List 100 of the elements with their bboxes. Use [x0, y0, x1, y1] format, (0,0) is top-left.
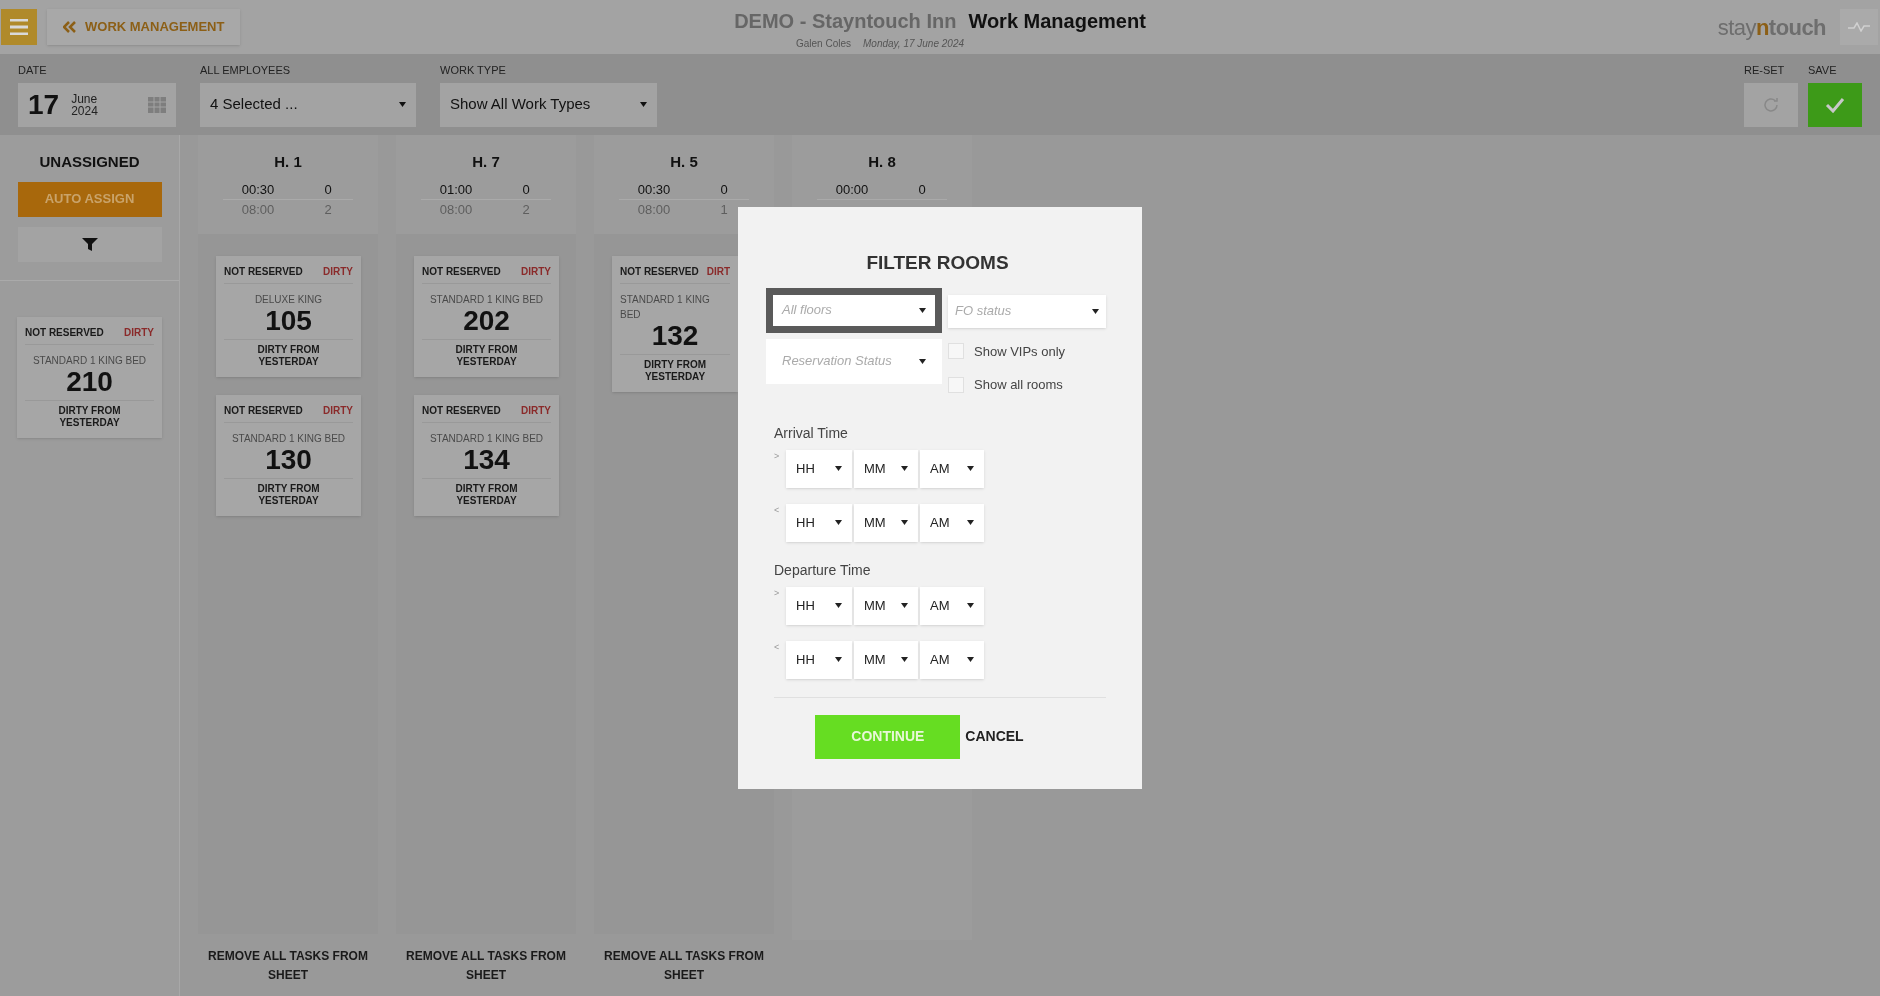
column-title: UNASSIGNED	[39, 152, 140, 172]
time-select[interactable]: AM	[920, 586, 984, 625]
room-card[interactable]: NOT RESERVED DIRT STANDARD 1 KING BED 132 DIRTY FROM YESTERDAY	[612, 255, 738, 392]
time-stat: 08:00	[636, 201, 672, 219]
time-select[interactable]: MM	[854, 449, 918, 488]
double-chevron-icon	[63, 21, 77, 33]
time-stat: 00:30	[240, 180, 276, 199]
status-label: DIRTY	[323, 264, 353, 279]
time-select[interactable]: HH	[786, 640, 852, 679]
room-card[interactable]: NOT RESERVED DIRTY STANDARD 1 KING BED 130 DIRTY FROM YESTERDAY	[216, 394, 361, 516]
field-label: RE-SET	[1744, 63, 1786, 78]
hotel-name: DEMO - Stayntouch Inn	[734, 9, 957, 34]
check-icon	[1825, 96, 1845, 113]
caret-icon	[967, 603, 974, 608]
reset-button[interactable]	[1744, 82, 1798, 127]
comparison-sign: >	[774, 586, 781, 600]
comparison-sign: >	[774, 449, 781, 463]
user-name: Galen Coles	[795, 37, 851, 51]
page-title: Work Management	[968, 9, 1146, 34]
status-label: DIRTY	[124, 325, 154, 340]
room-number: 132	[651, 321, 699, 350]
checkbox-label: Show VIPs only	[974, 342, 1066, 361]
column-title: H. 7	[472, 152, 500, 172]
field-label: SAVE	[1808, 63, 1838, 78]
time-select[interactable]: MM	[854, 586, 918, 625]
field-label: ALL EMPLOYEES	[200, 63, 292, 78]
reservation-label: NOT RESERVED	[224, 403, 303, 418]
room-number: 105	[265, 306, 312, 335]
task-count: 0	[323, 180, 333, 199]
time-stat: 08:00	[438, 201, 474, 219]
room-note: DIRTY FROM YESTERDAY	[642, 358, 707, 384]
caret-icon	[399, 102, 406, 107]
time-select[interactable]: AM	[920, 449, 984, 488]
room-number: 210	[66, 367, 113, 396]
remove-tasks-button[interactable]: REMOVE ALL TASKS FROM SHEET	[406, 947, 566, 985]
current-date: Monday, 17 June 2024	[863, 37, 964, 51]
time-stat: 00:30	[636, 180, 672, 199]
caret-icon	[967, 520, 974, 525]
section-label: Departure Time	[774, 560, 872, 580]
field-label: WORK TYPE	[440, 63, 507, 78]
room-card[interactable]: NOT RESERVED DIRTY STANDARD 1 KING BED 202 DIRTY FROM YESTERDAY	[414, 255, 559, 377]
time-select[interactable]: MM	[854, 640, 918, 679]
room-type: STANDARD 1 KING BED	[429, 431, 544, 446]
calendar-icon	[148, 96, 166, 113]
menu-button[interactable]	[1, 9, 37, 45]
filter-icon	[81, 236, 98, 252]
time-stat: 01:00	[438, 180, 474, 199]
task-count: 2	[323, 201, 333, 219]
room-note: DIRTY FROM YESTERDAY	[57, 404, 122, 430]
dialog-title: FILTER ROOMS	[866, 251, 1009, 275]
pulse-icon	[1848, 22, 1870, 32]
room-card[interactable]: NOT RESERVED DIRTY STANDARD 1 KING BED 134 DIRTY FROM YESTERDAY	[414, 394, 559, 516]
room-card[interactable]: NOT RESERVED DIRTY STANDARD 1 KING BED 210 DIRTY FROM YESTERDAY	[17, 316, 162, 438]
time-select[interactable]: AM	[920, 640, 984, 679]
caret-icon	[835, 520, 842, 525]
field-label: DATE	[18, 63, 48, 78]
caret-icon	[835, 466, 842, 471]
caret-icon	[919, 358, 926, 364]
task-count: 0	[719, 180, 729, 199]
column-title: H. 1	[274, 152, 302, 172]
refresh-icon	[1762, 95, 1780, 114]
time-select[interactable]: HH	[786, 503, 852, 542]
room-number: 202	[463, 306, 510, 335]
time-select[interactable]: MM	[854, 503, 918, 542]
date-day: 17	[28, 83, 60, 126]
reservation-label: NOT RESERVED	[224, 264, 303, 279]
caret-icon	[901, 657, 908, 662]
time-select[interactable]: HH	[786, 586, 852, 625]
reservation-label: NOT RESERVED	[620, 264, 699, 279]
dropdown[interactable]: 4 Selected ...	[200, 82, 416, 127]
room-type: STANDARD 1 KING BED	[620, 292, 711, 322]
remove-tasks-button[interactable]: REMOVE ALL TASKS FROM SHEET	[604, 947, 764, 985]
room-card[interactable]: NOT RESERVED DIRTY DELUXE KING 105 DIRTY FROM YESTERDAY	[216, 255, 361, 377]
time-select[interactable]: AM	[920, 503, 984, 542]
activity-button[interactable]	[1840, 9, 1878, 45]
column-title: H. 8	[868, 152, 896, 172]
save-button[interactable]	[1808, 82, 1862, 127]
caret-icon	[901, 520, 908, 525]
room-note: DIRTY FROM YESTERDAY	[454, 343, 519, 369]
caret-icon	[967, 657, 974, 662]
room-number: 134	[463, 445, 510, 474]
task-count: 0	[917, 180, 927, 199]
caret-icon	[835, 657, 842, 662]
menu-icon	[10, 19, 28, 35]
time-stat: 00:00	[834, 180, 870, 199]
reservation-label: NOT RESERVED	[25, 325, 104, 340]
room-note: DIRTY FROM YESTERDAY	[454, 482, 519, 508]
caret-icon	[967, 466, 974, 471]
dropdown[interactable]: Show All Work Types	[440, 82, 657, 127]
cancel-button[interactable]: CANCEL	[964, 726, 1025, 747]
time-select[interactable]: HH	[786, 449, 852, 488]
status-label: DIRTY	[521, 403, 551, 418]
time-stat: 08:00	[240, 201, 276, 219]
caret-icon	[901, 466, 908, 471]
caret-icon	[1092, 308, 1099, 314]
column-title: H. 5	[670, 152, 698, 172]
comparison-sign: <	[774, 503, 781, 517]
filter-button[interactable]	[17, 226, 162, 262]
room-type: STANDARD 1 KING BED	[32, 353, 147, 368]
remove-tasks-button[interactable]: REMOVE ALL TASKS FROM SHEET	[208, 947, 368, 985]
